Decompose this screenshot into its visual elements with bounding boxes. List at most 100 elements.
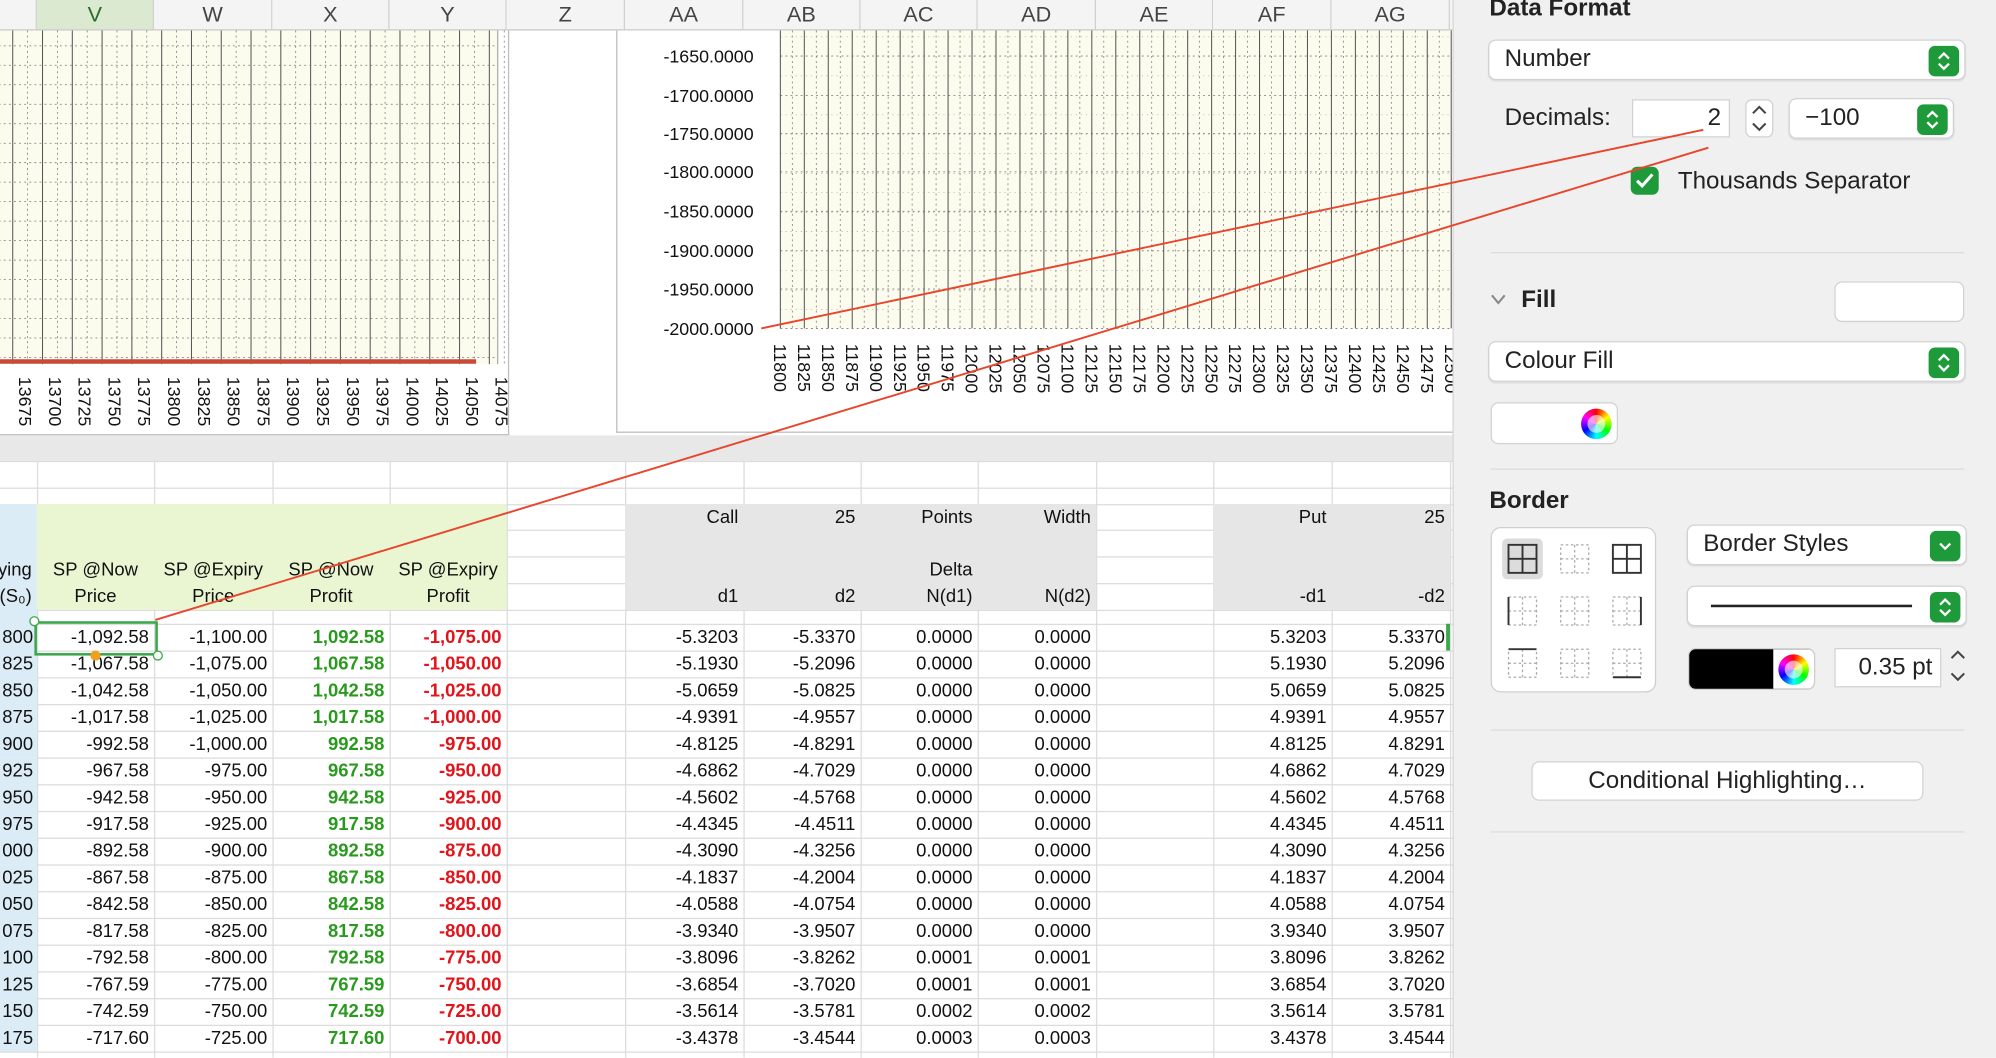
table-cell[interactable]: -3.7020 bbox=[743, 971, 860, 998]
table-cell[interactable]: -825.00 bbox=[154, 918, 272, 945]
table-cell[interactable]: -3.4378 bbox=[625, 1025, 743, 1052]
table-cell[interactable]: -3.4544 bbox=[743, 1025, 860, 1052]
table-cell[interactable]: -1,025.00 bbox=[154, 704, 272, 731]
table-cell[interactable]: 0.0001 bbox=[861, 971, 978, 998]
table-cell[interactable]: -3.9340 bbox=[625, 918, 743, 945]
column-header-ad[interactable]: AD bbox=[977, 0, 1097, 31]
table-cell[interactable]: 0.0000 bbox=[861, 624, 978, 651]
table-cell[interactable]: -975.00 bbox=[154, 757, 272, 784]
table-cell[interactable]: 4.9557 bbox=[1332, 704, 1450, 731]
table-cell[interactable]: -742.59 bbox=[37, 998, 154, 1025]
row-label[interactable]: 950 bbox=[0, 784, 37, 811]
border-edge-option-icon[interactable] bbox=[1502, 538, 1543, 580]
conditional-highlighting-button[interactable]: Conditional Highlighting… bbox=[1531, 761, 1924, 801]
table-cell[interactable]: 942.58 bbox=[272, 784, 389, 811]
table-cell[interactable]: 4.3090 bbox=[1213, 838, 1331, 865]
table-cell[interactable]: 4.0754 bbox=[1332, 891, 1450, 918]
table-cell[interactable]: -4.6862 bbox=[625, 757, 743, 784]
table-cell[interactable]: 0.0000 bbox=[861, 838, 978, 865]
table-cell[interactable]: -1,100.00 bbox=[154, 624, 272, 651]
header-cell[interactable]: SP @Now bbox=[37, 556, 154, 583]
header-cell[interactable]: -d1 bbox=[1213, 583, 1331, 610]
table-cell[interactable]: 5.1930 bbox=[1213, 651, 1331, 678]
thousands-checkbox[interactable] bbox=[1630, 166, 1659, 195]
row-label[interactable]: 875 bbox=[0, 703, 37, 731]
table-cell[interactable]: -767.59 bbox=[37, 971, 154, 998]
table-cell[interactable]: -1,075.00 bbox=[390, 624, 507, 651]
table-cell[interactable]: 892.58 bbox=[272, 838, 389, 865]
selection-handle[interactable] bbox=[90, 650, 101, 661]
table-cell[interactable]: 3.9507 bbox=[1332, 918, 1450, 945]
table-cell[interactable]: 3.4544 bbox=[1332, 1025, 1450, 1052]
row-label[interactable]: 900 bbox=[0, 730, 37, 758]
table-cell[interactable]: 4.9391 bbox=[1213, 704, 1331, 731]
table-cell[interactable]: 3.5781 bbox=[1332, 998, 1450, 1025]
table-cell[interactable]: -1,017.58 bbox=[37, 704, 154, 731]
table-cell[interactable]: -4.5768 bbox=[743, 784, 860, 811]
table-cell[interactable]: -800.00 bbox=[390, 918, 507, 945]
header-cell[interactable]: Price bbox=[154, 583, 272, 610]
table-cell[interactable]: -700.00 bbox=[390, 1025, 507, 1052]
table-cell[interactable]: -4.0754 bbox=[743, 891, 860, 918]
table-cell[interactable]: -5.3203 bbox=[625, 624, 743, 651]
table-cell[interactable]: -875.00 bbox=[154, 864, 272, 891]
header-cell[interactable]: Put bbox=[1213, 504, 1331, 531]
table-cell[interactable]: 0.0000 bbox=[978, 757, 1096, 784]
table-cell[interactable]: -4.9557 bbox=[743, 704, 860, 731]
table-cell[interactable]: 0.0000 bbox=[978, 784, 1096, 811]
table-cell[interactable]: 0.0001 bbox=[978, 945, 1096, 972]
table-cell[interactable]: 992.58 bbox=[272, 731, 389, 758]
border-width-stepper[interactable] bbox=[1946, 645, 1969, 686]
column-header-aa[interactable]: AA bbox=[625, 0, 744, 31]
table-cell[interactable]: -717.60 bbox=[37, 1025, 154, 1052]
table-cell[interactable]: 792.58 bbox=[272, 945, 389, 972]
row-label[interactable]: 925 bbox=[0, 757, 37, 785]
table-cell[interactable]: -817.58 bbox=[37, 918, 154, 945]
table-cell[interactable]: 4.0588 bbox=[1213, 891, 1331, 918]
table-cell[interactable]: 0.0000 bbox=[861, 731, 978, 758]
table-cell[interactable]: 0.0000 bbox=[978, 864, 1096, 891]
table-cell[interactable]: -825.00 bbox=[390, 891, 507, 918]
table-cell[interactable]: 0.0000 bbox=[978, 651, 1096, 678]
column-header-ab[interactable]: AB bbox=[743, 0, 861, 31]
table-cell[interactable]: 0.0000 bbox=[861, 651, 978, 678]
border-edge-option-icon[interactable] bbox=[1607, 643, 1648, 684]
table-cell[interactable]: -1,050.00 bbox=[390, 651, 507, 678]
table-cell[interactable]: -850.00 bbox=[154, 891, 272, 918]
border-colour-button[interactable] bbox=[1687, 647, 1816, 690]
header-cell[interactable]: d2 bbox=[743, 583, 860, 610]
column-header-af[interactable]: AF bbox=[1213, 0, 1332, 31]
table-cell[interactable]: -1,000.00 bbox=[154, 731, 272, 758]
border-edge-option-icon[interactable] bbox=[1554, 538, 1595, 579]
table-cell[interactable]: 0.0003 bbox=[861, 1025, 978, 1052]
column-header-y[interactable]: Y bbox=[389, 0, 507, 31]
column-header-ac[interactable]: AC bbox=[860, 0, 978, 31]
table-cell[interactable]: -900.00 bbox=[390, 811, 507, 838]
header-cell[interactable]: -d2 bbox=[1332, 583, 1450, 610]
fill-colour-button[interactable] bbox=[1490, 402, 1618, 445]
table-cell[interactable]: 0.0002 bbox=[978, 998, 1096, 1025]
table-cell[interactable]: 742.59 bbox=[272, 998, 389, 1025]
table-cell[interactable]: -4.8125 bbox=[625, 731, 743, 758]
header-cell[interactable]: 25 bbox=[743, 504, 860, 531]
row-label[interactable]: 100 bbox=[0, 944, 37, 972]
table-cell[interactable]: -867.58 bbox=[37, 864, 154, 891]
table-cell[interactable]: -850.00 bbox=[390, 864, 507, 891]
table-cell[interactable]: 0.0000 bbox=[978, 731, 1096, 758]
table-cell[interactable]: -3.5781 bbox=[743, 998, 860, 1025]
table-cell[interactable]: -1,075.00 bbox=[154, 651, 272, 678]
table-cell[interactable]: 0.0000 bbox=[978, 624, 1096, 651]
column-header-z[interactable]: Z bbox=[506, 0, 626, 31]
table-cell[interactable]: -925.00 bbox=[390, 784, 507, 811]
table-cell[interactable]: -5.1930 bbox=[625, 651, 743, 678]
table-cell[interactable]: -3.5614 bbox=[625, 998, 743, 1025]
table-cell[interactable]: 867.58 bbox=[272, 864, 389, 891]
header-cell[interactable]: SP @Expiry bbox=[390, 556, 507, 583]
row-label[interactable]: 800 bbox=[0, 623, 37, 651]
table-cell[interactable]: -3.6854 bbox=[625, 971, 743, 998]
column-header-partial[interactable] bbox=[0, 0, 37, 31]
table-cell[interactable]: 1,042.58 bbox=[272, 677, 389, 704]
column-header-v[interactable]: V bbox=[36, 0, 155, 31]
table-cell[interactable]: -917.58 bbox=[37, 811, 154, 838]
table-cell[interactable]: -5.0825 bbox=[743, 677, 860, 704]
